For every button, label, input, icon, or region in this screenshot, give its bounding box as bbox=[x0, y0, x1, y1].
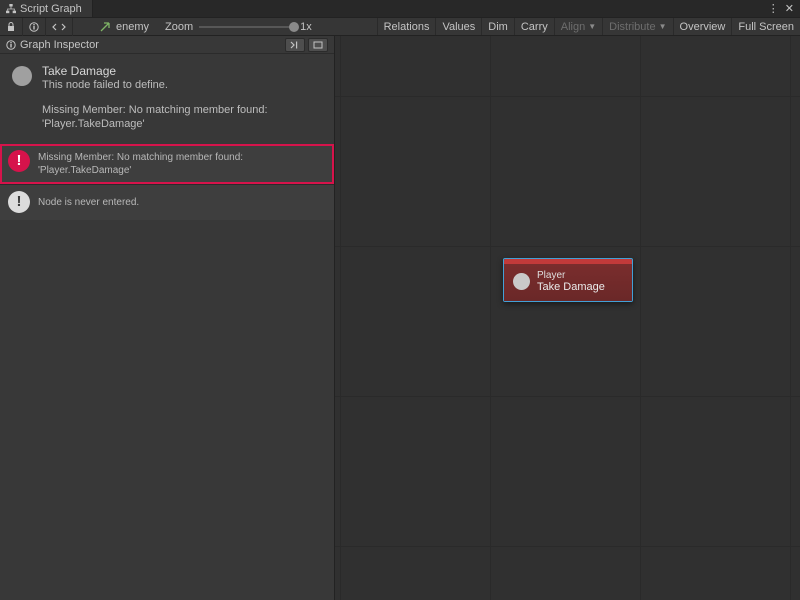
window-close-button[interactable]: ✕ bbox=[785, 2, 794, 15]
zoom-value: 1x bbox=[300, 21, 312, 33]
toolbar-right: Relations Values Dim Carry Align▼ Distri… bbox=[377, 18, 800, 35]
hierarchy-icon bbox=[6, 4, 16, 14]
values-button[interactable]: Values bbox=[435, 18, 481, 35]
reference-label: enemy bbox=[116, 21, 149, 33]
overview-button[interactable]: Overview bbox=[673, 18, 732, 35]
reference-picker[interactable]: enemy bbox=[91, 21, 157, 33]
tab-bar: Script Graph ⋮ ✕ bbox=[0, 0, 800, 18]
graph-node-take-damage[interactable]: Player Take Damage bbox=[503, 258, 633, 302]
node-type-icon bbox=[12, 66, 32, 86]
toolbar: enemy Zoom 1x Relations Values Dim Carry… bbox=[0, 18, 800, 36]
inspector-message-info[interactable]: ! Node is never entered. bbox=[0, 184, 334, 220]
graph-inspector-panel: Graph Inspector Take Damage This node fa… bbox=[0, 36, 335, 600]
message-text: Node is never entered. bbox=[38, 191, 139, 209]
body: Graph Inspector Take Damage This node fa… bbox=[0, 36, 800, 600]
info-icon bbox=[6, 40, 16, 50]
editor-window: Script Graph ⋮ ✕ enemy Zoom 1x bbox=[0, 0, 800, 600]
inspector-title: Graph Inspector bbox=[20, 39, 99, 51]
inspector-node-section: Take Damage This node failed to define. … bbox=[0, 54, 334, 144]
expand-icon bbox=[313, 41, 323, 49]
inspector-header: Graph Inspector bbox=[0, 36, 334, 54]
inspector-node-header: Take Damage This node failed to define. … bbox=[12, 64, 322, 132]
window-buttons: ⋮ ✕ bbox=[762, 0, 800, 17]
code-button[interactable] bbox=[46, 18, 73, 36]
info-button[interactable] bbox=[23, 18, 46, 36]
code-icon bbox=[52, 22, 66, 32]
info-icon bbox=[29, 22, 39, 32]
zoom-slider-handle[interactable] bbox=[289, 22, 299, 32]
inspector-expand-button[interactable] bbox=[308, 38, 328, 52]
error-icon: ! bbox=[8, 150, 30, 172]
relations-button[interactable]: Relations bbox=[377, 18, 436, 35]
chevron-down-icon: ▼ bbox=[659, 22, 667, 31]
zoom-control: Zoom 1x bbox=[157, 21, 320, 33]
inspector-message-error[interactable]: ! Missing Member: No matching member fou… bbox=[0, 144, 334, 184]
tab-script-graph[interactable]: Script Graph bbox=[0, 0, 93, 17]
dim-button[interactable]: Dim bbox=[481, 18, 514, 35]
fullscreen-button[interactable]: Full Screen bbox=[731, 18, 800, 35]
lock-button[interactable] bbox=[0, 18, 23, 36]
inspector-collapse-button[interactable] bbox=[285, 38, 305, 52]
tab-label: Script Graph bbox=[20, 3, 82, 15]
zoom-label: Zoom bbox=[165, 21, 193, 33]
target-icon bbox=[99, 21, 111, 33]
chevron-down-icon: ▼ bbox=[588, 22, 596, 31]
message-text: Missing Member: No matching member found… bbox=[38, 150, 243, 177]
node-name: Take Damage bbox=[537, 281, 605, 293]
info-badge-icon: ! bbox=[8, 191, 30, 213]
lock-icon bbox=[6, 22, 16, 32]
distribute-dropdown[interactable]: Distribute▼ bbox=[602, 18, 672, 35]
zoom-slider[interactable] bbox=[199, 26, 294, 28]
node-detail: Missing Member: No matching member found… bbox=[42, 103, 322, 132]
node-category: Player bbox=[537, 270, 605, 281]
node-subtitle: This node failed to define. bbox=[42, 79, 322, 91]
node-title: Take Damage bbox=[42, 64, 322, 78]
node-type-icon bbox=[513, 273, 530, 290]
graph-canvas[interactable]: Player Take Damage bbox=[335, 36, 800, 600]
window-menu-button[interactable]: ⋮ bbox=[768, 2, 779, 15]
collapse-icon bbox=[290, 41, 300, 49]
carry-button[interactable]: Carry bbox=[514, 18, 554, 35]
align-dropdown[interactable]: Align▼ bbox=[554, 18, 602, 35]
